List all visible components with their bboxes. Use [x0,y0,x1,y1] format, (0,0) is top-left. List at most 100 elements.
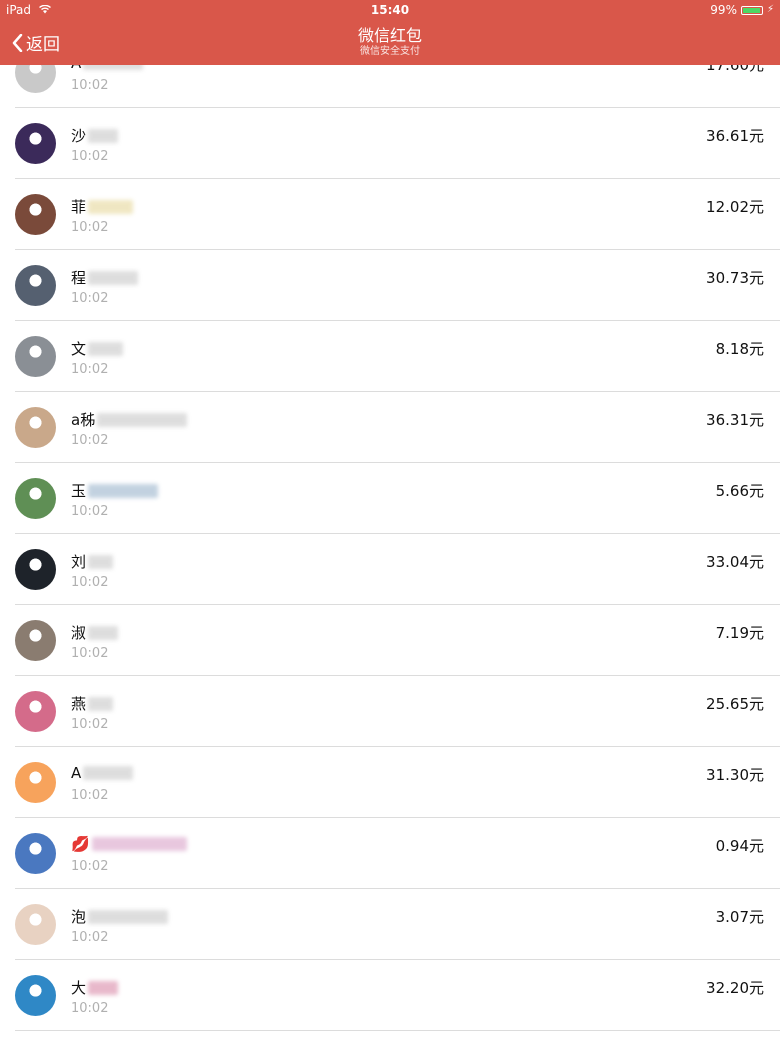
sender-name: 玉 [71,480,159,501]
sender-name-text: 💋 [71,835,90,853]
amount-label: 12.02元 [706,198,764,216]
status-battery: 99% ⚡ [710,2,774,18]
list-item[interactable]: 程 10:02 30.73元 [0,250,780,321]
amount-label: 25.65元 [706,695,764,713]
amount-label: 30.73元 [706,269,764,287]
amount-label: 0.94元 [715,837,764,855]
sender-name-text: A [71,764,82,782]
sender-name-text: 大 [71,979,87,997]
sender-name-text: 文 [71,340,87,358]
sender-name-text: a秭 [71,411,96,429]
redacted-name-block [88,270,139,285]
redacted-name-block [91,837,187,851]
status-time: 15:40 [370,3,410,17]
time-label: 10:02 [71,149,109,164]
sender-name: 淑 [71,622,119,643]
sender-name: 程 [71,267,139,288]
redacted-name-block [88,199,134,214]
time-label: 10:02 [71,788,109,803]
amount-label: 5.66元 [715,482,764,500]
list-item[interactable]: 💋 10:02 0.94元 [0,818,780,889]
avatar[interactable] [15,691,56,732]
sender-name-text: 淑 [71,624,87,642]
sender-name-text: 菲 [71,198,87,216]
list-item[interactable]: A 10:02 31.30元 [0,747,780,818]
sender-name: 文 [71,338,124,359]
avatar[interactable] [15,975,56,1016]
battery-icon [740,5,763,15]
list-item[interactable]: 淑 10:02 7.19元 [0,605,780,676]
redacted-name-block [83,766,134,780]
sender-name: 菲 [71,196,134,217]
sender-name: 刘 [71,551,114,572]
amount-label: 3.07元 [715,908,764,926]
sender-name: 💋 [71,835,187,853]
time-label: 10:02 [71,362,109,377]
sender-name: 泡 [71,906,169,927]
sender-name-text: 泡 [71,908,87,926]
time-label: 10:02 [71,291,109,306]
amount-label: 31.30元 [706,766,764,784]
nav-title-block: 微信红包 微信安全支付 [0,26,780,58]
redacted-name-block [88,128,119,143]
battery-percent: 99% [710,3,737,17]
redacted-name-block [88,554,114,569]
amount-label: 8.18元 [715,340,764,358]
list-item[interactable]: 菲 10:02 12.02元 [0,179,780,250]
time-label: 10:02 [71,717,109,732]
time-label: 10:02 [71,78,109,93]
list-item[interactable]: 文 10:02 8.18元 [0,321,780,392]
avatar[interactable] [15,833,56,874]
list-item[interactable]: a秭 10:02 36.31元 [0,392,780,463]
sender-name-text: 刘 [71,553,87,571]
list-item[interactable]: 沙 10:02 36.61元 [0,108,780,179]
redacted-name-block [88,625,119,640]
redacted-name-block [88,980,119,995]
sender-name-text: 燕 [71,695,87,713]
page-subtitle: 微信安全支付 [360,46,420,57]
amount-label: 33.04元 [706,553,764,571]
time-label: 10:02 [71,575,109,590]
redacted-name-block [97,412,188,427]
amount-label: 32.20元 [706,979,764,997]
redacted-name-block [88,341,124,356]
sender-name: A [71,764,134,782]
avatar[interactable] [15,407,56,448]
sender-name: a秭 [71,409,188,430]
list-item[interactable]: 泡 10:02 3.07元 [0,889,780,960]
redacted-name-block [88,696,114,711]
avatar[interactable] [15,549,56,590]
amount-label: 36.61元 [706,127,764,145]
red-packet-list: A10:0217.60元沙10:0236.61元菲10:0212.02元程10:… [0,37,780,1031]
sender-name: 燕 [71,693,114,714]
amount-label: 7.19元 [715,624,764,642]
avatar[interactable] [15,194,56,235]
time-label: 10:02 [71,859,109,874]
list-item[interactable]: 燕 10:02 25.65元 [0,676,780,747]
time-label: 10:02 [71,646,109,661]
sender-name: 沙 [71,125,119,146]
amount-label: 36.31元 [706,411,764,429]
sender-name-text: 沙 [71,127,87,145]
time-label: 10:02 [71,433,109,448]
sender-name-text: 玉 [71,482,87,500]
list-item[interactable]: 玉 10:02 5.66元 [0,463,780,534]
charging-icon: ⚡ [766,4,774,15]
sender-name: 大 [71,977,119,998]
avatar[interactable] [15,478,56,519]
page-title: 微信红包 [357,26,422,45]
avatar[interactable] [15,265,56,306]
redacted-name-block [88,909,169,924]
redacted-name-block [88,483,159,498]
time-label: 10:02 [71,220,109,235]
nav-header: iPad 15:40 99% ⚡ 返回 微信红包 微信安全支付 [0,0,780,65]
avatar[interactable] [15,762,56,803]
time-label: 10:02 [71,504,109,519]
avatar[interactable] [15,123,56,164]
avatar[interactable] [15,336,56,377]
avatar[interactable] [15,904,56,945]
time-label: 10:02 [71,1001,109,1016]
list-item[interactable]: 刘 10:02 33.04元 [0,534,780,605]
avatar[interactable] [15,620,56,661]
list-item[interactable]: 大 10:02 32.20元 [0,960,780,1031]
